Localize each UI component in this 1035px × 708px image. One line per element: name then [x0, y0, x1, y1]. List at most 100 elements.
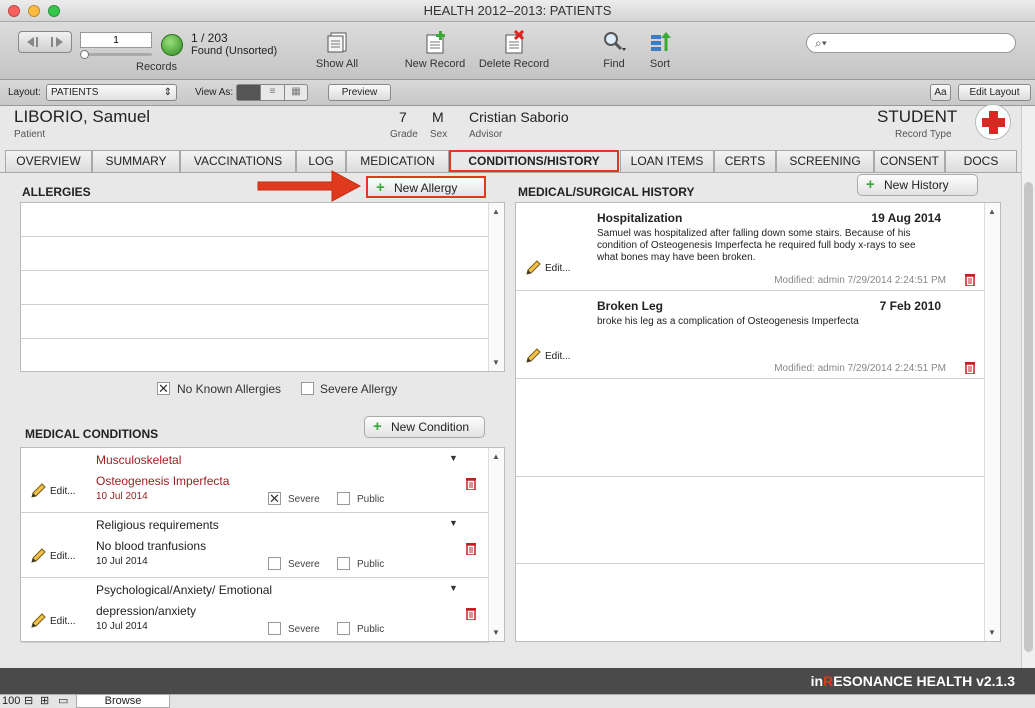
- severe-label: Severe: [288, 494, 320, 505]
- grade-value: 7: [399, 109, 407, 125]
- show-all-button[interactable]: Show All: [312, 30, 362, 70]
- condition-row: Musculoskeletal ▼ Edit... Osteogenesis I…: [21, 448, 489, 513]
- severe-checkbox[interactable]: [268, 622, 281, 635]
- tab-summary[interactable]: SUMMARY: [92, 150, 180, 172]
- tab-docs[interactable]: DOCS: [945, 150, 1017, 172]
- delete-record-button[interactable]: Delete Record: [476, 29, 552, 70]
- trash-icon[interactable]: [965, 273, 975, 287]
- layout-select[interactable]: PATIENTS ⇕: [46, 84, 177, 101]
- window-scrollbar-thumb[interactable]: [1024, 182, 1033, 652]
- pencil-icon[interactable]: [29, 547, 46, 563]
- tab-certs[interactable]: CERTS: [714, 150, 776, 172]
- public-checkbox[interactable]: [337, 622, 350, 635]
- window-title: HEALTH 2012–2013: PATIENTS: [423, 3, 612, 18]
- records-pie-icon: [161, 34, 183, 56]
- severe-checkbox[interactable]: [268, 557, 281, 570]
- condition-date: 10 Jul 2014: [96, 556, 148, 567]
- condition-name[interactable]: depression/anxiety: [96, 604, 196, 618]
- tab-consent[interactable]: CONSENT: [874, 150, 945, 172]
- show-all-icon: [324, 30, 350, 54]
- search-input[interactable]: [837, 36, 1007, 50]
- conditions-list: Musculoskeletal ▼ Edit... Osteogenesis I…: [20, 447, 505, 643]
- text-format-button[interactable]: Aa: [930, 84, 951, 101]
- grade-label: Grade: [390, 129, 418, 140]
- prev-next-arrows-icon[interactable]: [19, 32, 71, 52]
- view-as-label: View As:: [195, 87, 234, 98]
- table-view-icon[interactable]: ▦: [285, 85, 307, 100]
- edit-layout-button[interactable]: Edit Layout: [958, 84, 1031, 101]
- history-title: Broken Leg: [597, 299, 664, 313]
- history-text: Samuel was hospitalized after falling do…: [597, 228, 916, 263]
- zoom-in-icon[interactable]: ⊞: [40, 695, 49, 708]
- allergies-scrollbar[interactable]: ▲ ▼: [488, 203, 504, 371]
- record-slider-thumb[interactable]: [80, 50, 89, 59]
- new-record-button[interactable]: New Record: [402, 30, 468, 70]
- list-view-icon[interactable]: ≡: [261, 85, 285, 100]
- new-history-button[interactable]: + New History: [857, 174, 978, 196]
- conditions-scrollbar[interactable]: ▲ ▼: [488, 448, 504, 641]
- tab-conditions-history[interactable]: CONDITIONS/HISTORY: [449, 150, 619, 172]
- no-known-allergies-checkbox[interactable]: ✕: [157, 382, 170, 395]
- trash-icon[interactable]: [466, 607, 476, 621]
- severe-label: Severe: [288, 559, 320, 570]
- pencil-icon[interactable]: [524, 259, 541, 275]
- condition-category[interactable]: Religious requirements: [96, 518, 219, 532]
- dropdown-arrow-icon[interactable]: ▼: [449, 583, 458, 593]
- minimize-window-icon[interactable]: [28, 5, 40, 17]
- quick-find-field[interactable]: ⌕▾: [806, 33, 1016, 53]
- found-status: Found (Unsorted): [191, 45, 278, 57]
- dropdown-arrow-icon[interactable]: ▼: [449, 453, 458, 463]
- pencil-icon[interactable]: [29, 612, 46, 628]
- condition-date: 10 Jul 2014: [96, 621, 148, 632]
- public-label: Public: [357, 494, 385, 505]
- condition-category[interactable]: Musculoskeletal: [96, 453, 181, 467]
- zoom-window-icon[interactable]: [48, 5, 60, 17]
- history-scrollbar[interactable]: ▲ ▼: [984, 203, 1000, 641]
- condition-name[interactable]: No blood tranfusions: [96, 539, 206, 553]
- zoom-level[interactable]: 100: [2, 695, 20, 708]
- trash-icon[interactable]: [965, 361, 975, 375]
- footer-brand: inRESONANCE HEALTH v2.1.3: [0, 668, 1035, 694]
- edit-link[interactable]: Edit...: [50, 486, 76, 497]
- tab-loan-items[interactable]: LOAN ITEMS: [620, 150, 714, 172]
- toggle-status-icon[interactable]: ▭: [58, 695, 68, 708]
- severe-allergy-checkbox[interactable]: [301, 382, 314, 395]
- public-checkbox[interactable]: [337, 492, 350, 505]
- trash-icon[interactable]: [466, 542, 476, 556]
- condition-category[interactable]: Psychological/Anxiety/ Emotional: [96, 583, 272, 597]
- form-view-icon[interactable]: [237, 85, 261, 100]
- mode-indicator: Browse: [76, 694, 170, 708]
- red-arrow-annotation: [257, 170, 362, 202]
- find-button[interactable]: Find: [598, 30, 630, 70]
- record-slider[interactable]: [80, 53, 152, 56]
- public-checkbox[interactable]: [337, 557, 350, 570]
- layout-label: Layout:: [8, 87, 41, 98]
- edit-link[interactable]: Edit...: [50, 616, 76, 627]
- condition-name[interactable]: Osteogenesis Imperfecta: [96, 474, 229, 488]
- preview-button[interactable]: Preview: [328, 84, 391, 101]
- condition-row: Psychological/Anxiety/ Emotional ▼ Edit.…: [21, 578, 489, 643]
- tab-divider: [0, 172, 1021, 173]
- allergies-list[interactable]: ▲ ▼: [20, 202, 505, 372]
- history-text: broke his leg as a complication of Osteo…: [597, 316, 859, 327]
- zoom-out-icon[interactable]: ⊟: [24, 695, 33, 708]
- public-label: Public: [357, 624, 385, 635]
- record-navigator[interactable]: [18, 31, 72, 53]
- close-window-icon[interactable]: [8, 5, 20, 17]
- edit-link[interactable]: Edit...: [545, 263, 571, 274]
- trash-icon[interactable]: [466, 477, 476, 491]
- window-scrollbar[interactable]: [1021, 106, 1035, 668]
- edit-link[interactable]: Edit...: [545, 351, 571, 362]
- dropdown-arrow-icon[interactable]: ▼: [449, 518, 458, 528]
- severe-checkbox[interactable]: ✕: [268, 492, 281, 505]
- record-number-input[interactable]: [80, 32, 152, 48]
- new-allergy-button[interactable]: + New Allergy: [366, 176, 486, 198]
- sort-button[interactable]: Sort: [645, 30, 675, 70]
- tab-screening[interactable]: SCREENING: [776, 150, 874, 172]
- pencil-icon[interactable]: [29, 482, 46, 498]
- pencil-icon[interactable]: [524, 347, 541, 363]
- new-condition-button[interactable]: + New Condition: [364, 416, 485, 438]
- edit-link[interactable]: Edit...: [50, 551, 76, 562]
- patient-name: LIBORIO, Samuel: [14, 107, 151, 126]
- tab-overview[interactable]: OVERVIEW: [5, 150, 92, 172]
